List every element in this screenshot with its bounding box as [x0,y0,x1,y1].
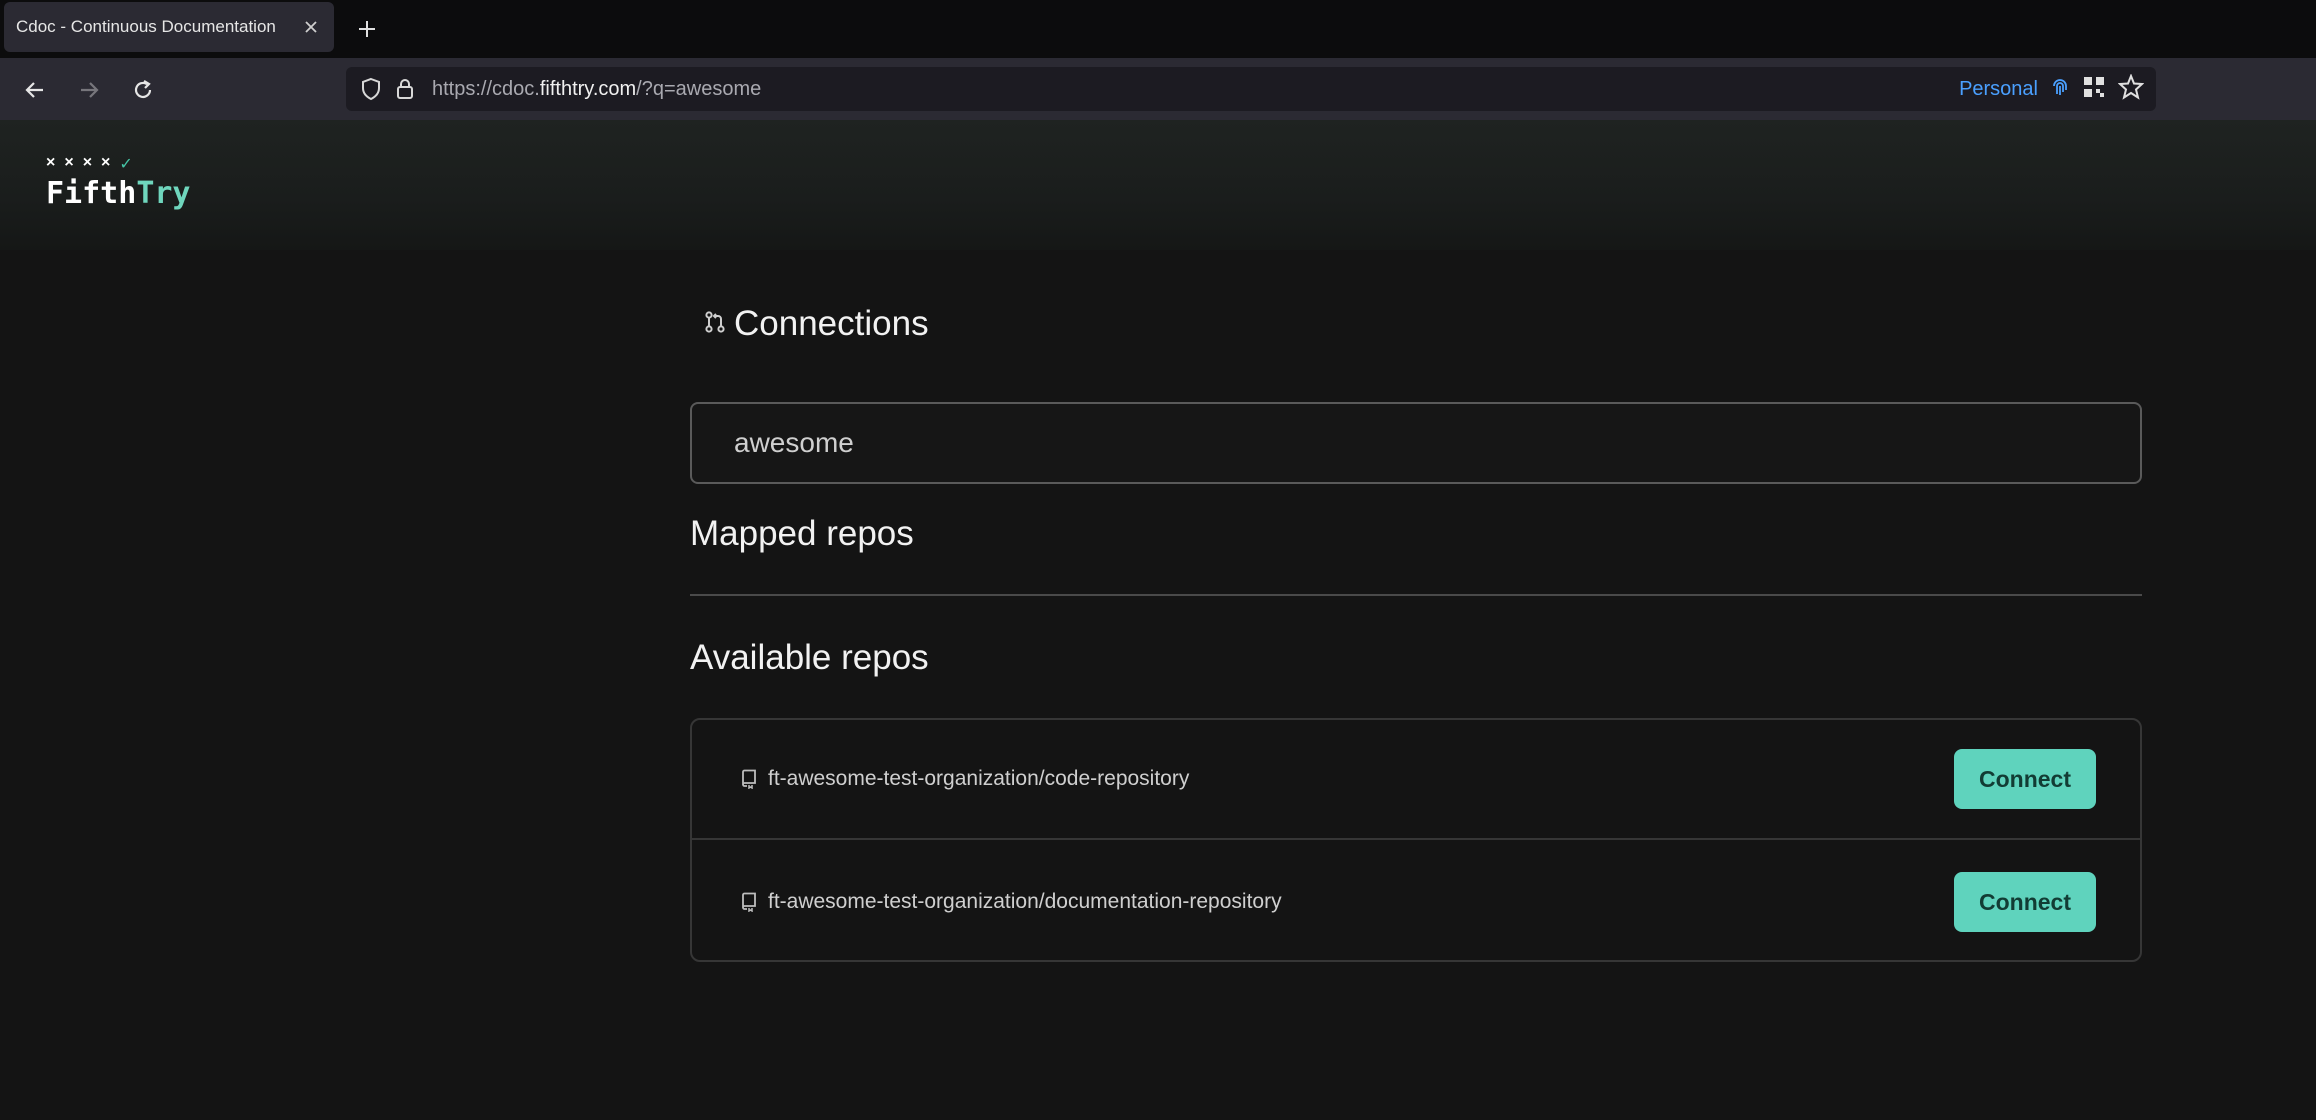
forward-arrow-icon[interactable] [72,73,106,107]
repo-name: ft-awesome-test-organization/code-reposi… [768,767,1190,790]
logo-text: FifthTry [46,176,191,211]
fingerprint-icon[interactable] [2050,76,2070,103]
repo-icon [738,891,760,913]
browser-tabstrip: Cdoc - Continuous Documentation [0,0,2316,58]
search-input[interactable] [690,402,2142,484]
page-title-text: Connections [734,304,929,343]
tab-title: Cdoc - Continuous Documentation [16,17,276,36]
reload-icon[interactable] [126,73,160,107]
close-tab-icon[interactable] [300,16,322,38]
container-label[interactable]: Personal [1959,78,2038,101]
logo-marks: × × × × ✓ [46,154,134,173]
repo-name: ft-awesome-test-organization/documentati… [768,890,1282,913]
bookmark-star-icon[interactable] [2117,72,2145,105]
list-item: ft-awesome-test-organization/code-reposi… [692,720,2140,840]
browser-tab[interactable]: Cdoc - Continuous Documentation [4,2,334,52]
new-tab-icon[interactable] [352,14,382,44]
repo-icon [738,768,760,790]
list-item: ft-awesome-test-organization/documentati… [692,842,2140,962]
divider [690,594,2142,596]
tracking-shield-icon[interactable] [354,72,388,106]
repo-list: ft-awesome-test-organization/code-reposi… [690,718,2142,962]
lock-icon[interactable] [388,72,422,106]
browser-navbar: https://cdoc.fifthtry.com/?q=awesome Per… [0,58,2316,120]
git-pull-request-icon [704,310,726,339]
page-title: Connections [704,304,929,344]
qr-code-icon[interactable] [2082,75,2106,104]
connect-button[interactable]: Connect [1954,872,2096,932]
connect-button[interactable]: Connect [1954,749,2096,809]
url-bar[interactable]: https://cdoc.fifthtry.com/?q=awesome Per… [346,67,2156,111]
available-repos-heading: Available repos [690,638,929,677]
back-arrow-icon[interactable] [18,73,52,107]
fifthtry-logo[interactable]: × × × × ✓ FifthTry [46,154,191,211]
mapped-repos-heading: Mapped repos [690,514,914,553]
site-header: × × × × ✓ FifthTry [0,120,2316,250]
url-text: https://cdoc.fifthtry.com/?q=awesome [432,77,762,100]
